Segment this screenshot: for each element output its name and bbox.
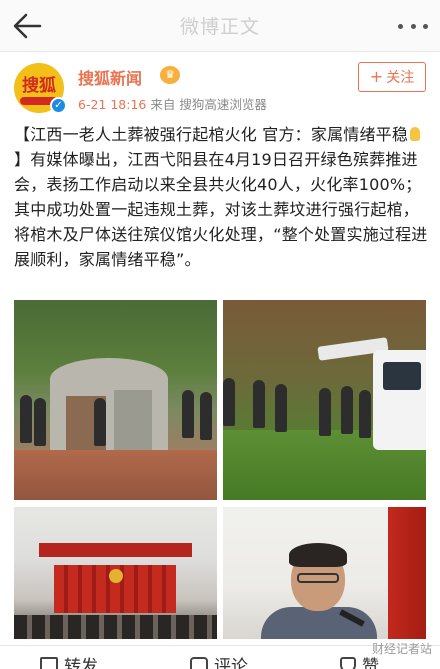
- verified-badge-icon: ✓: [50, 97, 67, 114]
- post-photo-1[interactable]: [14, 300, 217, 500]
- author-header: 搜狐 ✓ 搜狐新闻 ♛ 6-21 18:16 来自 搜狗高速浏览器 + 关注: [0, 52, 440, 120]
- repost-icon: [40, 656, 58, 669]
- post-source: 来自 搜狗高速浏览器: [150, 97, 267, 112]
- top-bar: 微博正文: [0, 0, 440, 52]
- follow-button[interactable]: + 关注: [358, 62, 426, 92]
- avatar-logo: 搜狐: [22, 76, 56, 96]
- post-photo-2[interactable]: [223, 300, 426, 500]
- plus-icon: +: [369, 67, 384, 86]
- post-meta: 6-21 18:16 来自 搜狗高速浏览器: [78, 94, 267, 113]
- repost-button[interactable]: 转发: [40, 652, 98, 669]
- more-options-button[interactable]: [398, 18, 428, 34]
- comment-icon: [190, 656, 208, 669]
- watermark: 财经记者站: [371, 642, 432, 656]
- author-name[interactable]: 搜狐新闻: [78, 65, 142, 89]
- emblem-icon: [109, 569, 123, 583]
- more-dots-icon: [398, 23, 403, 29]
- post-photo-3[interactable]: [14, 507, 217, 639]
- vip-crown-icon: ♛: [160, 66, 180, 84]
- thumbs-up-icon: [340, 656, 356, 669]
- page-title: 微博正文: [179, 16, 260, 38]
- lightbulb-emoji-icon: [410, 127, 421, 141]
- post-time: 6-21 18:16: [78, 97, 147, 112]
- post-body: 【江西一老人土葬被强行起棺火化 官方：家属情绪平稳】有媒体曝出，江西弋阳县在4月…: [14, 125, 428, 269]
- comment-button[interactable]: 评论: [190, 652, 248, 669]
- post-photo-4[interactable]: [223, 507, 426, 639]
